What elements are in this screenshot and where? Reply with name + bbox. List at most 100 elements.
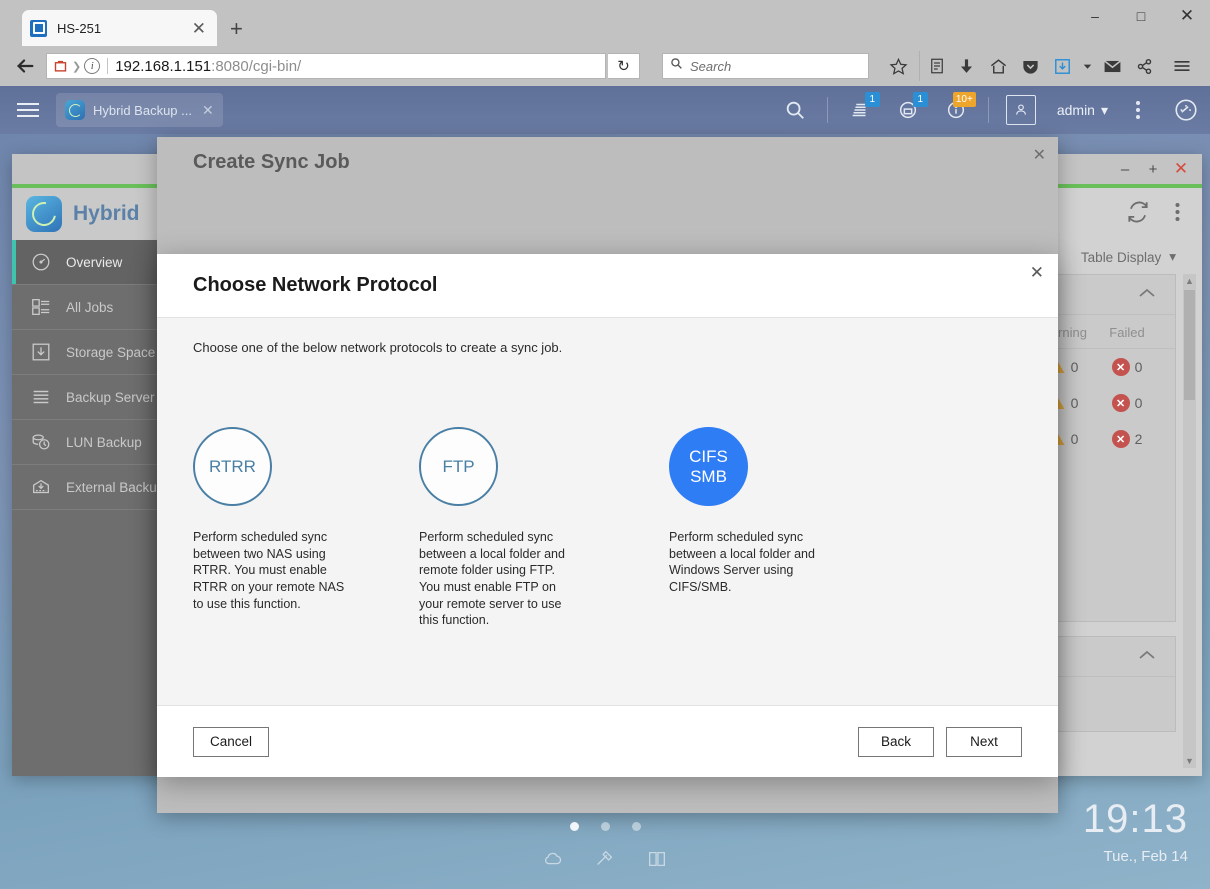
cloud-icon[interactable] (542, 848, 564, 875)
taskbar-right-group: 1 1 10+ admin ▾ (771, 86, 1210, 134)
taskbar-app-tab-hybrid-backup[interactable]: Hybrid Backup ... ✕ (56, 93, 223, 127)
external-backup-icon (30, 476, 52, 498)
back-button[interactable]: Back (858, 726, 934, 757)
sidebar-item-label: All Jobs (66, 299, 114, 315)
cifs-smb-circle-icon[interactable]: CIFS SMB (669, 427, 748, 506)
hbs-maximize-button[interactable]: + (1140, 156, 1166, 182)
qts-taskbar: Hybrid Backup ... ✕ 1 1 10+ admin ▾ (0, 86, 1210, 134)
home-icon[interactable] (983, 51, 1013, 81)
search-bar[interactable]: Search (662, 53, 869, 79)
back-navigation-icon[interactable] (10, 51, 40, 81)
close-icon[interactable]: ✕ (189, 20, 209, 37)
hbs-close-button[interactable]: ✕ (1168, 156, 1194, 182)
stat-warning: 0 (1070, 395, 1079, 411)
chevron-up-icon (1137, 286, 1157, 304)
mail-icon[interactable] (1097, 51, 1127, 81)
browser-tabstrip: HS-251 ✕ + – □ ✕ (0, 0, 1210, 46)
browser-chrome: HS-251 ✕ + – □ ✕ ❯ i 192.168.1.151:8080/… (0, 0, 1210, 86)
failed-icon: ✕ (1111, 430, 1130, 448)
cancel-button[interactable]: Cancel (193, 726, 269, 757)
clock-date: Tue., Feb 14 (1103, 848, 1189, 865)
stat-failed-cell: ✕ 0 (1095, 358, 1159, 376)
choose-network-protocol-dialog: Choose Network Protocol ✕ Choose one of … (157, 254, 1058, 777)
window-minimize-button[interactable]: – (1072, 0, 1118, 32)
protocol-description: Perform scheduled sync between a local f… (419, 530, 565, 628)
close-icon[interactable]: ✕ (1030, 264, 1044, 281)
save-to-pocket-icon[interactable] (1047, 51, 1077, 81)
scroll-up-arrow-icon[interactable]: ▲ (1183, 274, 1196, 288)
qts-desktop: Hybrid Backup ... ✕ 1 1 10+ admin ▾ – + … (0, 86, 1210, 889)
browser-menu-icon[interactable] (1167, 51, 1197, 81)
stats-header-failed: Failed (1109, 325, 1145, 340)
hbs-minimize-button[interactable]: – (1112, 156, 1138, 182)
hbs-scrollbar[interactable]: ▲ ▼ (1183, 274, 1196, 768)
tools-icon[interactable] (594, 848, 616, 875)
window-maximize-button[interactable]: □ (1118, 0, 1164, 32)
share-icon[interactable] (1129, 51, 1159, 81)
protocol-option-ftp[interactable]: FTP Perform scheduled sync between a loc… (419, 427, 645, 629)
user-avatar-icon[interactable] (997, 86, 1045, 134)
qts-main-menu-button[interactable] (0, 86, 56, 134)
protocol-option-rtrr[interactable]: RTRR Perform scheduled sync between two … (193, 427, 419, 629)
browser-toolbar-icons (883, 51, 1197, 81)
taskbar-app-tab-label: Hybrid Backup ... (93, 102, 192, 118)
url-divider (107, 58, 109, 74)
page-dot-1[interactable] (569, 822, 579, 831)
taskbar-app-tab-close-icon[interactable]: ✕ (202, 102, 214, 119)
stat-failed: 0 (1134, 395, 1143, 411)
dashboard-gauge-icon[interactable] (1162, 86, 1210, 134)
admin-caret-icon[interactable]: ▾ (1101, 102, 1108, 119)
protocol-option-cifs-smb[interactable]: CIFS SMB Perform scheduled sync between … (669, 427, 895, 629)
page-dot-3[interactable] (631, 822, 641, 831)
kebab-menu-icon[interactable] (1114, 86, 1162, 134)
cifs-label: CIFS (689, 446, 728, 466)
downloads-icon[interactable] (951, 51, 981, 81)
hbs-more-menu-icon[interactable] (1175, 201, 1180, 228)
browser-tab-title: HS-251 (57, 20, 102, 36)
overview-gauge-icon (30, 251, 52, 273)
stat-failed: 2 (1134, 431, 1143, 447)
backup-station-icon[interactable]: 1 (836, 86, 884, 134)
chevron-down-icon: ▾ (1169, 249, 1176, 264)
chevron-down-icon[interactable] (1079, 51, 1095, 81)
qnap-favicon-icon (30, 19, 47, 37)
reader-icon[interactable] (919, 51, 949, 81)
page-title: Choose Network Protocol (193, 274, 438, 296)
hybrid-backup-icon (65, 100, 85, 120)
rtrr-circle-icon[interactable]: RTRR (193, 427, 272, 506)
next-button[interactable]: Next (946, 726, 1022, 757)
window-close-button[interactable]: ✕ (1164, 0, 1210, 32)
avatar (1005, 95, 1036, 125)
new-tab-button[interactable]: + (230, 18, 243, 40)
search-icon[interactable] (771, 86, 819, 134)
chevron-up-icon (1137, 648, 1157, 666)
search-input[interactable]: Search (690, 59, 731, 74)
dialog-header: Choose Network Protocol ✕ (157, 254, 1058, 318)
ftp-circle-icon[interactable]: FTP (419, 427, 498, 506)
pocket-icon[interactable] (1015, 51, 1045, 81)
page-info-icon[interactable]: i (84, 58, 101, 74)
manual-book-icon[interactable] (646, 848, 668, 875)
ftp-label: FTP (442, 456, 475, 476)
info-icon[interactable]: 10+ (932, 86, 980, 134)
browser-tab[interactable]: HS-251 ✕ (22, 10, 217, 46)
screen-root: Hybrid Backup ... ✕ 1 1 10+ admin ▾ – + … (0, 0, 1210, 889)
chevron-right-icon: ❯ (72, 60, 82, 73)
clock-time: 19:13 (1082, 797, 1188, 841)
page-dot-2[interactable] (600, 822, 610, 831)
sidebar-item-label: Backup Server (66, 389, 155, 405)
admin-menu-button[interactable]: admin (1057, 102, 1095, 118)
url-bar[interactable]: ❯ i 192.168.1.151:8080/cgi-bin/ (46, 53, 606, 79)
hbs-brand-label: Hybrid (73, 202, 140, 225)
reload-button[interactable]: ↻ (608, 53, 640, 79)
create-sync-job-close-icon[interactable]: ✕ (1033, 145, 1046, 165)
printer-icon[interactable]: 1 (884, 86, 932, 134)
scrollbar-thumb[interactable] (1184, 290, 1195, 400)
dialog-footer: Cancel Back Next (157, 705, 1058, 777)
bookmark-star-icon[interactable] (883, 51, 913, 81)
stat-warning: 0 (1070, 431, 1079, 447)
scroll-down-arrow-icon[interactable]: ▼ (1183, 754, 1196, 768)
create-sync-job-header: Create Sync Job ✕ (157, 137, 1058, 191)
site-identity-icon[interactable] (51, 57, 69, 75)
refresh-icon[interactable] (1125, 199, 1151, 230)
